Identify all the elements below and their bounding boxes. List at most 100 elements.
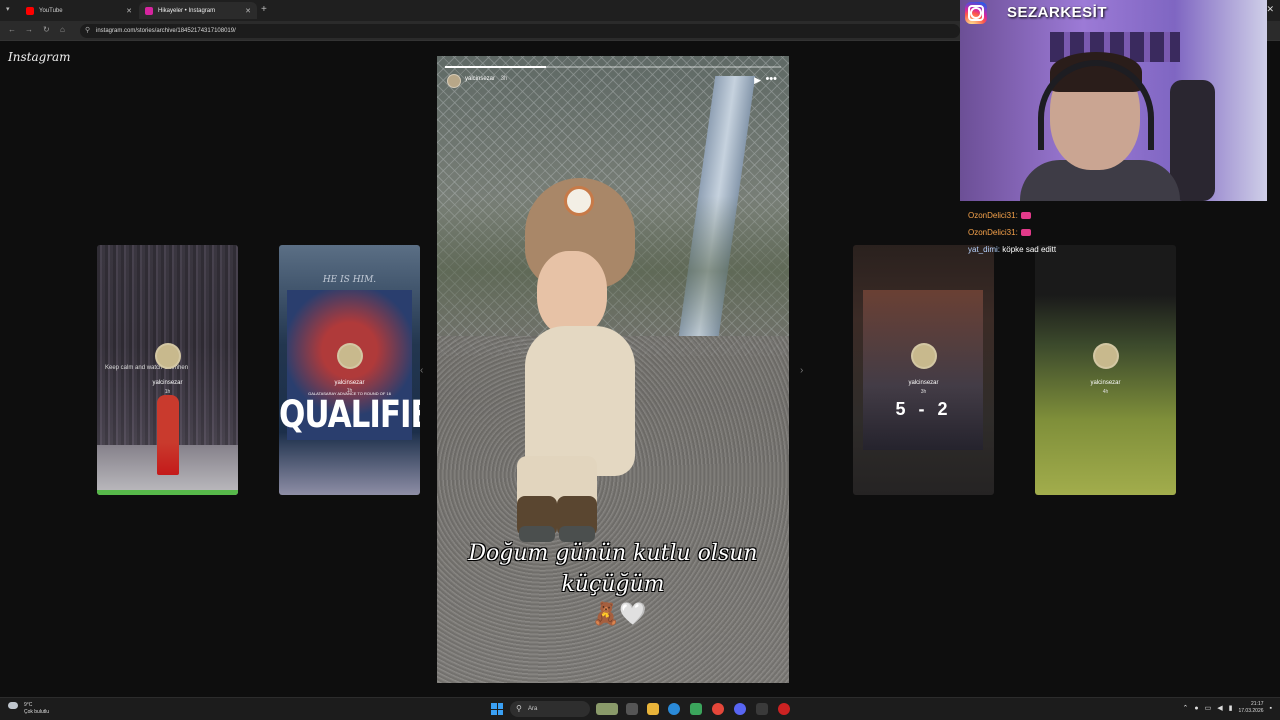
app-icon[interactable] (756, 703, 768, 715)
system-tray: ⌃ ● ▭ ◀ ▮ 21:17 17.03.2026 ▪ (1183, 701, 1273, 715)
story-username: yalcinsezar (1090, 380, 1121, 386)
microphone-icon[interactable]: ● (1194, 705, 1198, 712)
taskbar-search[interactable]: ⚲ Ara (510, 701, 590, 717)
prev-story-arrow-icon[interactable]: ‹ (420, 365, 423, 376)
child-body-image (525, 326, 635, 476)
chrome-icon[interactable] (712, 703, 724, 715)
cloud-icon (8, 702, 18, 709)
url-field[interactable]: ⚲ instagram.com/stories/archive/18452174… (80, 24, 960, 38)
emote-icon (1020, 229, 1031, 237)
obs-icon[interactable] (778, 703, 790, 715)
gaming-chair (1170, 80, 1215, 201)
windows-start-icon[interactable] (491, 703, 503, 715)
clock-date: 17.03.2026 (1238, 708, 1264, 714)
avatar (336, 343, 363, 369)
close-tab-icon[interactable]: ✕ (245, 7, 251, 15)
avatar (1092, 343, 1119, 369)
story-preview-1[interactable]: Keep calm and watch Osimhen yalcinsezar … (97, 245, 238, 495)
story-username: yalcinsezar (152, 380, 183, 386)
story-progress-fill (445, 66, 546, 68)
story-username[interactable]: yalcinsezar (465, 76, 495, 82)
tab-list-chevron-icon[interactable]: ▾ (6, 5, 10, 13)
site-info-icon[interactable]: ⚲ (85, 24, 90, 38)
player-image (863, 290, 983, 450)
story-time: 3h (920, 389, 927, 395)
shoe-right (559, 526, 595, 542)
battery-icon[interactable]: ▮ (1229, 704, 1233, 712)
file-explorer-icon[interactable] (647, 703, 659, 715)
store-icon[interactable] (690, 703, 702, 715)
hat-decoration (564, 186, 594, 216)
player-image (157, 395, 179, 475)
instagram-logo[interactable]: Instagram (8, 50, 71, 64)
play-icon[interactable]: ▶ (754, 75, 761, 86)
tab-youtube[interactable]: YouTube ✕ (20, 2, 138, 19)
new-tab-button[interactable]: + (261, 4, 267, 15)
streamer-name: SEZARKESİT (1007, 4, 1108, 21)
instagram-icon (145, 6, 153, 15)
search-icon: ⚲ (516, 704, 522, 713)
weather-widget[interactable]: 9°C Çok bulutlu (8, 702, 50, 716)
discord-icon[interactable] (734, 703, 746, 715)
chat-message: OzonDelici31: (968, 207, 1056, 224)
story-username: yalcinsezar (908, 380, 939, 386)
notification-icon[interactable]: ▪ (1270, 705, 1272, 712)
chevron-up-icon[interactable]: ⌃ (1183, 704, 1189, 712)
instagram-icon (965, 2, 987, 24)
tab-title: YouTube (39, 7, 63, 14)
avatar[interactable] (447, 74, 461, 88)
emoji-sticker: 🧸🤍 (592, 601, 647, 626)
main-story[interactable]: yalcinsezar 3h ▶ ••• Doğum günün kutlu o… (437, 56, 789, 683)
more-options-icon[interactable]: ••• (765, 73, 777, 85)
shoe-left (519, 526, 555, 542)
emote-icon (1020, 212, 1031, 220)
chat-message: yat_dimi: köpke sad editt (968, 241, 1056, 258)
story-preview-2[interactable]: HE IS HIM. yalcinsezar 1h GALATASARAY AD… (279, 245, 420, 495)
edge-icon[interactable] (668, 703, 680, 715)
chat-text: köpke sad editt (1002, 245, 1057, 254)
task-view-icon[interactable] (626, 703, 638, 715)
avatar (910, 343, 937, 369)
story-caption-line-2: küçüğüm (561, 572, 665, 597)
webcam-overlay (960, 0, 1267, 201)
window-close-icon[interactable]: ✕ (1266, 4, 1274, 15)
widget-thumbnail-icon[interactable] (596, 703, 618, 715)
chat-username: OzonDelici31: (968, 228, 1018, 237)
search-placeholder: Ara (528, 706, 538, 712)
back-icon[interactable]: ← (8, 25, 16, 34)
chat-username: OzonDelici31: (968, 211, 1018, 220)
close-tab-icon[interactable]: ✕ (126, 7, 132, 15)
story-headline: HE IS HIM. (322, 275, 377, 285)
story-username: yalcinsezar (334, 380, 365, 386)
story-preview-4[interactable]: yalcinsezar 4h (1035, 245, 1176, 495)
story-title: QUALIFIED (279, 393, 420, 437)
story-user[interactable]: yalcinsezar 3h (465, 76, 507, 82)
chat-message: OzonDelici31: (968, 224, 1056, 241)
tab-instagram[interactable]: Hikayeler • Instagram ✕ (139, 2, 257, 19)
forward-icon[interactable]: → (25, 25, 33, 34)
avatar (154, 343, 181, 369)
home-icon[interactable]: ⌂ (60, 25, 65, 34)
story-time: 4h (1102, 389, 1109, 395)
url-text: instagram.com/stories/archive/1845217431… (96, 28, 236, 34)
weather-temp: 9°C (24, 702, 33, 708)
clock[interactable]: 21:17 17.03.2026 (1238, 701, 1263, 715)
volume-icon[interactable]: ◀ (1217, 704, 1222, 712)
reload-icon[interactable]: ↻ (43, 25, 50, 34)
tab-title: Hikayeler • Instagram (158, 7, 216, 14)
story-progress-bar (97, 490, 238, 495)
story-preview-3[interactable]: yalcinsezar 3h 5 - 2 (853, 245, 994, 495)
stream-chat: OzonDelici31: OzonDelici31: yat_dimi: kö… (968, 207, 1056, 258)
network-icon[interactable]: ▭ (1205, 704, 1212, 712)
match-score: 5 - 2 (895, 399, 952, 419)
child-face-image (537, 251, 607, 336)
story-progress-bar (445, 66, 781, 68)
windows-taskbar: 9°C Çok bulutlu ⚲ Ara ⌃ ● ▭ ◀ ▮ 21:17 17… (0, 697, 1280, 720)
youtube-icon (26, 6, 34, 15)
story-time: 1h (164, 389, 171, 395)
story-time: 3h (500, 76, 508, 82)
chat-username: yat_dimi: (968, 245, 1001, 254)
clock-time: 21:17 (1251, 701, 1264, 707)
next-story-arrow-icon[interactable]: › (800, 365, 803, 376)
weather-desc: Çok bulutlu (24, 709, 50, 715)
